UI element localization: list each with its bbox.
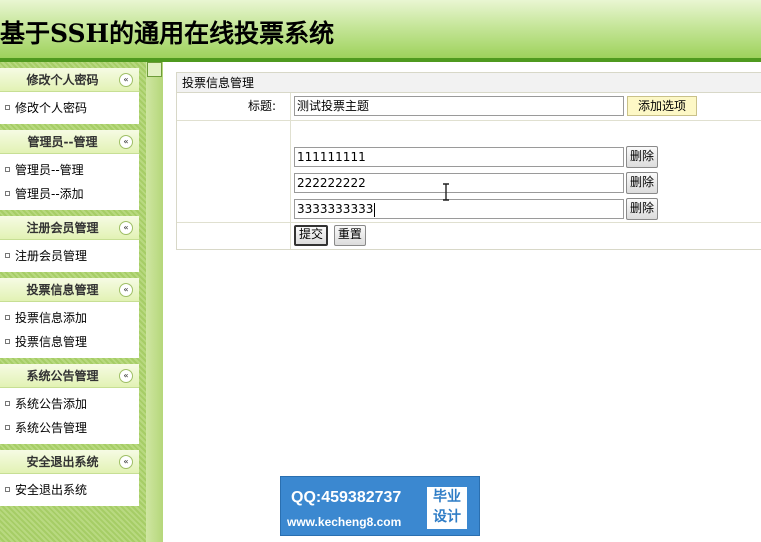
menu-group-header[interactable]: 系统公告管理 « (0, 364, 139, 388)
bullet-icon (5, 191, 10, 196)
options-label (177, 121, 291, 222)
option-input-2[interactable]: 222222222 (294, 173, 624, 193)
option-input-1[interactable]: 111111111 (294, 147, 624, 167)
text-caret (374, 202, 376, 217)
collapse-icon[interactable]: « (119, 135, 133, 149)
header-bar: 基于SSH的通用在线投票系统 (0, 0, 761, 62)
bullet-icon (5, 425, 10, 430)
menu-group-header[interactable]: 管理员--管理 « (0, 130, 139, 154)
sidebar-item-members-manage[interactable]: 注册会员管理 (0, 244, 139, 268)
menu-group-admin: 管理员--管理 « 管理员--管理 管理员--添加 (0, 130, 139, 210)
options-row: 111111111 删除 222222222 删除 3333333333 删除 (177, 121, 761, 223)
watermark: QQ:459382737 www.kecheng8.com 毕业 设计 (280, 476, 480, 536)
bullet-icon (5, 105, 10, 110)
ibeam-cursor-icon (443, 183, 449, 201)
bullet-icon (5, 253, 10, 258)
option-line: 3333333333 删除 (294, 198, 761, 224)
bullet-icon (5, 315, 10, 320)
option-input-3[interactable]: 3333333333 (294, 199, 624, 219)
bullet-icon (5, 487, 10, 492)
menu-group-header[interactable]: 投票信息管理 « (0, 278, 139, 302)
watermark-badge: 毕业 设计 (427, 487, 467, 529)
main-content: 投票信息管理 标题: 测试投票主题 添加选项 111111111 删除 222222… (163, 62, 761, 542)
app-title: 基于SSH的通用在线投票系统 (0, 19, 335, 48)
sidebar-item-vote-add[interactable]: 投票信息添加 (0, 306, 139, 330)
watermark-url: www.kecheng8.com (287, 515, 402, 529)
collapse-icon[interactable]: « (119, 73, 133, 87)
delete-option-button[interactable]: 删除 (626, 198, 659, 220)
sidebar-item-admin-add[interactable]: 管理员--添加 (0, 182, 139, 206)
sidebar-item-change-password[interactable]: 修改个人密码 (0, 96, 139, 120)
sidebar-item-notice-add[interactable]: 系统公告添加 (0, 392, 139, 416)
title-label: 标题: (177, 93, 291, 120)
bullet-icon (5, 339, 10, 344)
vote-form-panel: 投票信息管理 标题: 测试投票主题 添加选项 111111111 删除 222222… (176, 72, 761, 250)
watermark-qq: QQ:459382737 (291, 489, 402, 506)
title-input[interactable]: 测试投票主题 (294, 96, 624, 116)
collapse-icon[interactable]: « (119, 369, 133, 383)
menu-group-password: 修改个人密码 « 修改个人密码 (0, 68, 139, 124)
menu-group-members: 注册会员管理 « 注册会员管理 (0, 216, 139, 272)
menu-group-title: 注册会员管理 (26, 221, 99, 235)
sidebar: 修改个人密码 « 修改个人密码 管理员--管理 « 管理员--管理 管理员--添… (0, 62, 146, 542)
menu-group-header[interactable]: 安全退出系统 « (0, 450, 139, 474)
submit-button[interactable]: 提交 (294, 225, 329, 246)
menu-group-votes: 投票信息管理 « 投票信息添加 投票信息管理 (0, 278, 139, 358)
sidebar-toggle-icon[interactable] (147, 62, 162, 77)
delete-option-button[interactable]: 删除 (626, 146, 659, 168)
actions-label (177, 223, 291, 249)
collapse-icon[interactable]: « (119, 455, 133, 469)
menu-group-title: 系统公告管理 (26, 369, 99, 383)
sidebar-item-notice-manage[interactable]: 系统公告管理 (0, 416, 139, 440)
menu-group-title: 修改个人密码 (26, 73, 99, 87)
menu-group-logout: 安全退出系统 « 安全退出系统 (0, 450, 139, 506)
option-line: 222222222 删除 (294, 172, 761, 198)
title-row: 标题: 测试投票主题 添加选项 (177, 93, 761, 121)
bullet-icon (5, 167, 10, 172)
menu-group-title: 投票信息管理 (26, 283, 99, 297)
sidebar-menu: 修改个人密码 « 修改个人密码 管理员--管理 « 管理员--管理 管理员--添… (0, 68, 139, 512)
option-input-3-value: 3333333333 (297, 202, 374, 216)
sidebar-item-admin-manage[interactable]: 管理员--管理 (0, 158, 139, 182)
delete-option-button[interactable]: 删除 (626, 172, 659, 194)
menu-group-title: 管理员--管理 (27, 135, 98, 149)
actions-row: 提交 重置 (177, 223, 761, 249)
sidebar-item-vote-manage[interactable]: 投票信息管理 (0, 330, 139, 354)
menu-group-header[interactable]: 修改个人密码 « (0, 68, 139, 92)
bullet-icon (5, 401, 10, 406)
menu-group-header[interactable]: 注册会员管理 « (0, 216, 139, 240)
add-option-button[interactable]: 添加选项 (627, 96, 698, 116)
frame-divider[interactable] (146, 62, 163, 542)
menu-group-notices: 系统公告管理 « 系统公告添加 系统公告管理 (0, 364, 139, 444)
panel-title: 投票信息管理 (177, 73, 761, 93)
sidebar-item-logout[interactable]: 安全退出系统 (0, 478, 139, 502)
collapse-icon[interactable]: « (119, 283, 133, 297)
collapse-icon[interactable]: « (119, 221, 133, 235)
menu-group-title: 安全退出系统 (26, 455, 99, 469)
reset-button[interactable]: 重置 (333, 225, 366, 246)
option-line: 111111111 删除 (294, 146, 761, 172)
